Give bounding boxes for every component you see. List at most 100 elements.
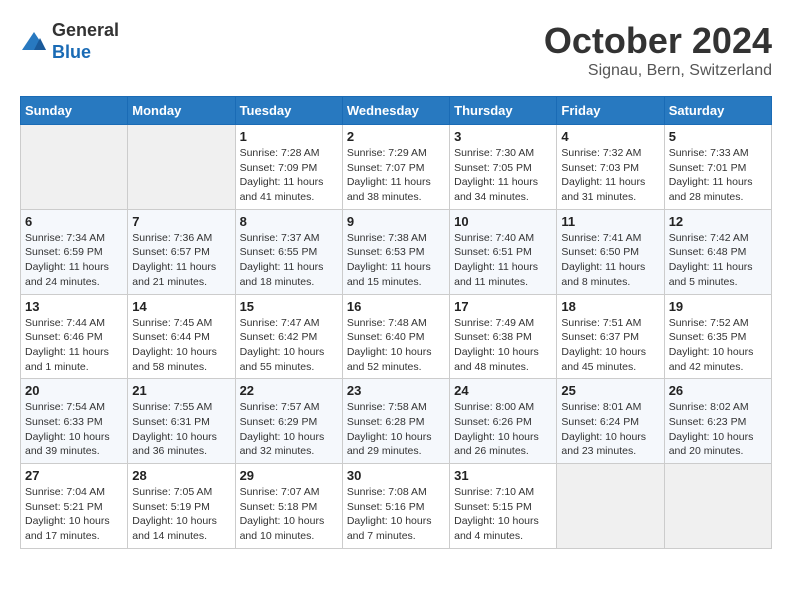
day-number: 15 bbox=[240, 299, 338, 314]
calendar-cell: 4 Sunrise: 7:32 AMSunset: 7:03 PMDaylight… bbox=[557, 125, 664, 210]
day-info: Sunrise: 7:07 AMSunset: 5:18 PMDaylight:… bbox=[240, 486, 325, 542]
calendar-cell: 28 Sunrise: 7:05 AMSunset: 5:19 PMDayligh… bbox=[128, 464, 235, 549]
calendar-cell bbox=[557, 464, 664, 549]
day-info: Sunrise: 7:41 AMSunset: 6:50 PMDaylight:… bbox=[561, 232, 645, 288]
calendar-cell: 5 Sunrise: 7:33 AMSunset: 7:01 PMDaylight… bbox=[664, 125, 771, 210]
weekday-header-tuesday: Tuesday bbox=[235, 97, 342, 125]
logo-icon bbox=[20, 30, 48, 54]
day-info: Sunrise: 7:40 AMSunset: 6:51 PMDaylight:… bbox=[454, 232, 538, 288]
calendar-cell: 19Sunrise: 7:52 AMSunset: 6:35 PMDayligh… bbox=[664, 294, 771, 379]
calendar-cell: 30Sunrise: 7:08 AMSunset: 5:16 PMDayligh… bbox=[342, 464, 449, 549]
calendar-cell: 26Sunrise: 8:02 AMSunset: 6:23 PMDayligh… bbox=[664, 379, 771, 464]
calendar-cell: 24 Sunrise: 8:00 AMSunset: 6:26 PMDayligh… bbox=[450, 379, 557, 464]
day-number: 9 bbox=[347, 214, 445, 229]
title-area: October 2024 Signau, Bern, Switzerland bbox=[544, 20, 772, 80]
day-info: Sunrise: 7:28 AMSunset: 7:09 PMDaylight:… bbox=[240, 147, 324, 203]
calendar-cell: 17 Sunrise: 7:49 AMSunset: 6:38 PMDayligh… bbox=[450, 294, 557, 379]
day-number: 16 bbox=[347, 299, 445, 314]
month-title: October 2024 bbox=[544, 20, 772, 62]
weekday-header-sunday: Sunday bbox=[21, 97, 128, 125]
weekday-header-thursday: Thursday bbox=[450, 97, 557, 125]
logo-blue: Blue bbox=[52, 42, 91, 62]
day-number: 6 bbox=[25, 214, 123, 229]
day-info: Sunrise: 7:37 AMSunset: 6:55 PMDaylight:… bbox=[240, 232, 324, 288]
weekday-header-saturday: Saturday bbox=[664, 97, 771, 125]
calendar-cell: 20Sunrise: 7:54 AMSunset: 6:33 PMDayligh… bbox=[21, 379, 128, 464]
day-info: Sunrise: 7:32 AMSunset: 7:03 PMDaylight:… bbox=[561, 147, 645, 203]
calendar-table: SundayMondayTuesdayWednesdayThursdayFrid… bbox=[20, 96, 772, 549]
page-header: General Blue October 2024 Signau, Bern, … bbox=[20, 20, 772, 80]
day-number: 22 bbox=[240, 383, 338, 398]
day-number: 10 bbox=[454, 214, 552, 229]
calendar-cell: 11 Sunrise: 7:41 AMSunset: 6:50 PMDayligh… bbox=[557, 209, 664, 294]
calendar-cell: 8Sunrise: 7:37 AMSunset: 6:55 PMDaylight… bbox=[235, 209, 342, 294]
calendar-cell: 14 Sunrise: 7:45 AMSunset: 6:44 PMDayligh… bbox=[128, 294, 235, 379]
day-number: 14 bbox=[132, 299, 230, 314]
day-info: Sunrise: 7:38 AMSunset: 6:53 PMDaylight:… bbox=[347, 232, 431, 288]
calendar-cell: 2 Sunrise: 7:29 AMSunset: 7:07 PMDaylight… bbox=[342, 125, 449, 210]
calendar-cell: 3 Sunrise: 7:30 AMSunset: 7:05 PMDaylight… bbox=[450, 125, 557, 210]
day-number: 12 bbox=[669, 214, 767, 229]
weekday-header-wednesday: Wednesday bbox=[342, 97, 449, 125]
calendar-cell: 21 Sunrise: 7:55 AMSunset: 6:31 PMDayligh… bbox=[128, 379, 235, 464]
day-number: 19 bbox=[669, 299, 767, 314]
day-info: Sunrise: 7:44 AMSunset: 6:46 PMDaylight:… bbox=[25, 317, 109, 373]
weekday-header-friday: Friday bbox=[557, 97, 664, 125]
day-number: 11 bbox=[561, 214, 659, 229]
day-info: Sunrise: 7:04 AMSunset: 5:21 PMDaylight:… bbox=[25, 486, 110, 542]
day-info: Sunrise: 7:29 AMSunset: 7:07 PMDaylight:… bbox=[347, 147, 431, 203]
day-number: 1 bbox=[240, 129, 338, 144]
calendar-header: SundayMondayTuesdayWednesdayThursdayFrid… bbox=[21, 97, 772, 125]
day-number: 24 bbox=[454, 383, 552, 398]
day-number: 23 bbox=[347, 383, 445, 398]
day-info: Sunrise: 7:45 AMSunset: 6:44 PMDaylight:… bbox=[132, 317, 217, 373]
day-number: 21 bbox=[132, 383, 230, 398]
calendar-cell: 1 Sunrise: 7:28 AMSunset: 7:09 PMDaylight… bbox=[235, 125, 342, 210]
weekday-header-monday: Monday bbox=[128, 97, 235, 125]
calendar-cell: 9 Sunrise: 7:38 AMSunset: 6:53 PMDaylight… bbox=[342, 209, 449, 294]
day-info: Sunrise: 7:30 AMSunset: 7:05 PMDaylight:… bbox=[454, 147, 538, 203]
calendar-week-4: 20Sunrise: 7:54 AMSunset: 6:33 PMDayligh… bbox=[21, 379, 772, 464]
calendar-cell: 25Sunrise: 8:01 AMSunset: 6:24 PMDayligh… bbox=[557, 379, 664, 464]
day-info: Sunrise: 7:58 AMSunset: 6:28 PMDaylight:… bbox=[347, 401, 432, 457]
location: Signau, Bern, Switzerland bbox=[544, 62, 772, 80]
day-info: Sunrise: 7:55 AMSunset: 6:31 PMDaylight:… bbox=[132, 401, 217, 457]
calendar-week-1: 1 Sunrise: 7:28 AMSunset: 7:09 PMDaylight… bbox=[21, 125, 772, 210]
calendar-week-3: 13Sunrise: 7:44 AMSunset: 6:46 PMDayligh… bbox=[21, 294, 772, 379]
day-number: 29 bbox=[240, 468, 338, 483]
day-number: 31 bbox=[454, 468, 552, 483]
calendar-cell: 23 Sunrise: 7:58 AMSunset: 6:28 PMDayligh… bbox=[342, 379, 449, 464]
day-info: Sunrise: 7:05 AMSunset: 5:19 PMDaylight:… bbox=[132, 486, 217, 542]
day-number: 3 bbox=[454, 129, 552, 144]
calendar-cell: 12 Sunrise: 7:42 AMSunset: 6:48 PMDayligh… bbox=[664, 209, 771, 294]
day-info: Sunrise: 8:02 AMSunset: 6:23 PMDaylight:… bbox=[669, 401, 754, 457]
day-info: Sunrise: 7:51 AMSunset: 6:37 PMDaylight:… bbox=[561, 317, 646, 373]
calendar-cell: 18 Sunrise: 7:51 AMSunset: 6:37 PMDayligh… bbox=[557, 294, 664, 379]
day-number: 18 bbox=[561, 299, 659, 314]
day-number: 2 bbox=[347, 129, 445, 144]
day-info: Sunrise: 8:00 AMSunset: 6:26 PMDaylight:… bbox=[454, 401, 539, 457]
calendar-cell bbox=[664, 464, 771, 549]
day-info: Sunrise: 7:49 AMSunset: 6:38 PMDaylight:… bbox=[454, 317, 539, 373]
day-number: 5 bbox=[669, 129, 767, 144]
day-info: Sunrise: 7:48 AMSunset: 6:40 PMDaylight:… bbox=[347, 317, 432, 373]
day-info: Sunrise: 7:36 AMSunset: 6:57 PMDaylight:… bbox=[132, 232, 216, 288]
day-info: Sunrise: 7:47 AMSunset: 6:42 PMDaylight:… bbox=[240, 317, 325, 373]
logo-general: General bbox=[52, 20, 119, 40]
calendar-cell: 10 Sunrise: 7:40 AMSunset: 6:51 PMDayligh… bbox=[450, 209, 557, 294]
calendar-cell: 27 Sunrise: 7:04 AMSunset: 5:21 PMDayligh… bbox=[21, 464, 128, 549]
day-number: 17 bbox=[454, 299, 552, 314]
day-info: Sunrise: 7:57 AMSunset: 6:29 PMDaylight:… bbox=[240, 401, 325, 457]
day-info: Sunrise: 7:42 AMSunset: 6:48 PMDaylight:… bbox=[669, 232, 753, 288]
day-number: 4 bbox=[561, 129, 659, 144]
day-info: Sunrise: 7:08 AMSunset: 5:16 PMDaylight:… bbox=[347, 486, 432, 542]
day-info: Sunrise: 8:01 AMSunset: 6:24 PMDaylight:… bbox=[561, 401, 646, 457]
day-info: Sunrise: 7:33 AMSunset: 7:01 PMDaylight:… bbox=[669, 147, 753, 203]
calendar-cell: 29 Sunrise: 7:07 AMSunset: 5:18 PMDayligh… bbox=[235, 464, 342, 549]
logo: General Blue bbox=[20, 20, 119, 63]
calendar-cell: 13Sunrise: 7:44 AMSunset: 6:46 PMDayligh… bbox=[21, 294, 128, 379]
calendar-cell: 6Sunrise: 7:34 AMSunset: 6:59 PMDaylight… bbox=[21, 209, 128, 294]
calendar-week-2: 6Sunrise: 7:34 AMSunset: 6:59 PMDaylight… bbox=[21, 209, 772, 294]
day-number: 28 bbox=[132, 468, 230, 483]
day-number: 27 bbox=[25, 468, 123, 483]
